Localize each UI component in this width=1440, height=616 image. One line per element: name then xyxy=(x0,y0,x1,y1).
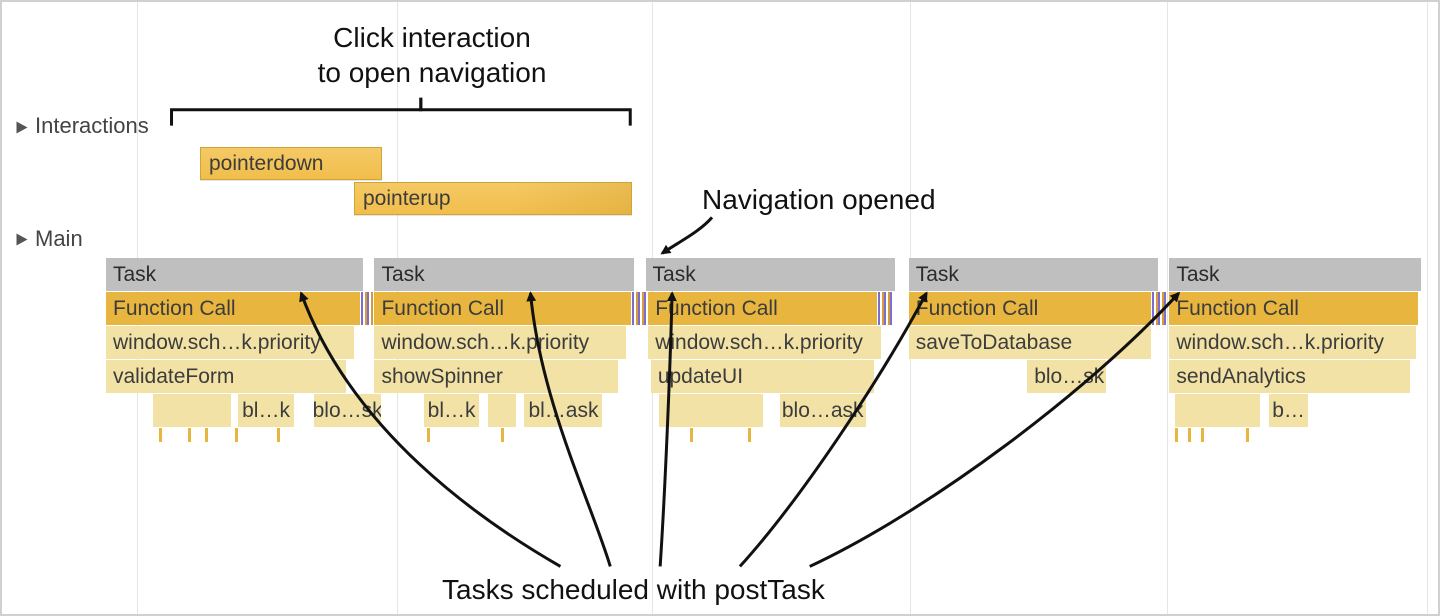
interaction-pointerdown-label: pointerdown xyxy=(209,152,323,176)
flame-row-js1: window.sch…k.priority window.sch…k.prior… xyxy=(106,326,1422,359)
interaction-pointerdown[interactable]: pointerdown xyxy=(200,147,382,180)
flame-row-task: Task Task Task Task Task xyxy=(106,258,1422,291)
task-label: Task xyxy=(916,263,959,287)
js2-c2: showSpinner xyxy=(381,365,502,389)
track-main-label: Main xyxy=(35,226,83,252)
fcall-label: Function Call xyxy=(916,297,1039,321)
task-label: Task xyxy=(1176,263,1219,287)
flame-row-ticks xyxy=(106,428,1422,458)
flame-row-function-call: Function Call Function Call Function Cal… xyxy=(106,292,1422,325)
task-label: Task xyxy=(113,263,156,287)
flame-row-tiny: bl…k blo…sk bl…k bl…ask blo…ask b… xyxy=(106,394,1422,427)
js2-c1: validateForm xyxy=(113,365,234,389)
flame-row-js2: validateForm showSpinner updateUI blo…sk… xyxy=(106,360,1422,393)
devtools-performance-diagram: Click interaction to open navigation Int… xyxy=(0,0,1440,616)
annotation-line1: Click interaction xyxy=(333,22,531,53)
annotation-posttask: Tasks scheduled with postTask xyxy=(442,572,825,607)
fcall-label: Function Call xyxy=(381,297,504,321)
tiny-c1a: bl…k xyxy=(242,399,290,423)
js2-c4: blo…sk xyxy=(1034,365,1104,389)
track-interactions-label: Interactions xyxy=(35,113,149,139)
annotation-click-interaction: Click interaction to open navigation xyxy=(222,20,642,90)
task-label: Task xyxy=(653,263,696,287)
fcall-label: Function Call xyxy=(1176,297,1299,321)
tiny-c2a: bl…k xyxy=(428,399,476,423)
js2-c3: updateUI xyxy=(658,365,743,389)
tiny-c5: b… xyxy=(1272,399,1305,423)
collapse-triangle-icon[interactable] xyxy=(17,122,28,134)
interaction-pointerup-label: pointerup xyxy=(363,187,451,211)
js1-c3: window.sch…k.priority xyxy=(655,331,863,355)
js1-c2: window.sch…k.priority xyxy=(381,331,589,355)
tiny-c1b: blo…sk xyxy=(314,399,382,423)
js1-c5: window.sch…k.priority xyxy=(1176,331,1384,355)
fcall-label: Function Call xyxy=(655,297,778,321)
annotation-line2: to open navigation xyxy=(318,57,547,88)
js2-c5: sendAnalytics xyxy=(1176,365,1306,389)
js1-c4: saveToDatabase xyxy=(916,331,1072,355)
js1-c1: window.sch…k.priority xyxy=(113,331,321,355)
fcall-label: Function Call xyxy=(113,297,236,321)
task-label: Task xyxy=(381,263,424,287)
tiny-c2b: bl…ask xyxy=(528,399,598,423)
interaction-pointerup[interactable]: pointerup xyxy=(354,182,632,215)
annotation-nav-opened: Navigation opened xyxy=(702,182,936,217)
collapse-triangle-icon[interactable] xyxy=(17,234,28,246)
tiny-c3: blo…ask xyxy=(782,399,864,423)
